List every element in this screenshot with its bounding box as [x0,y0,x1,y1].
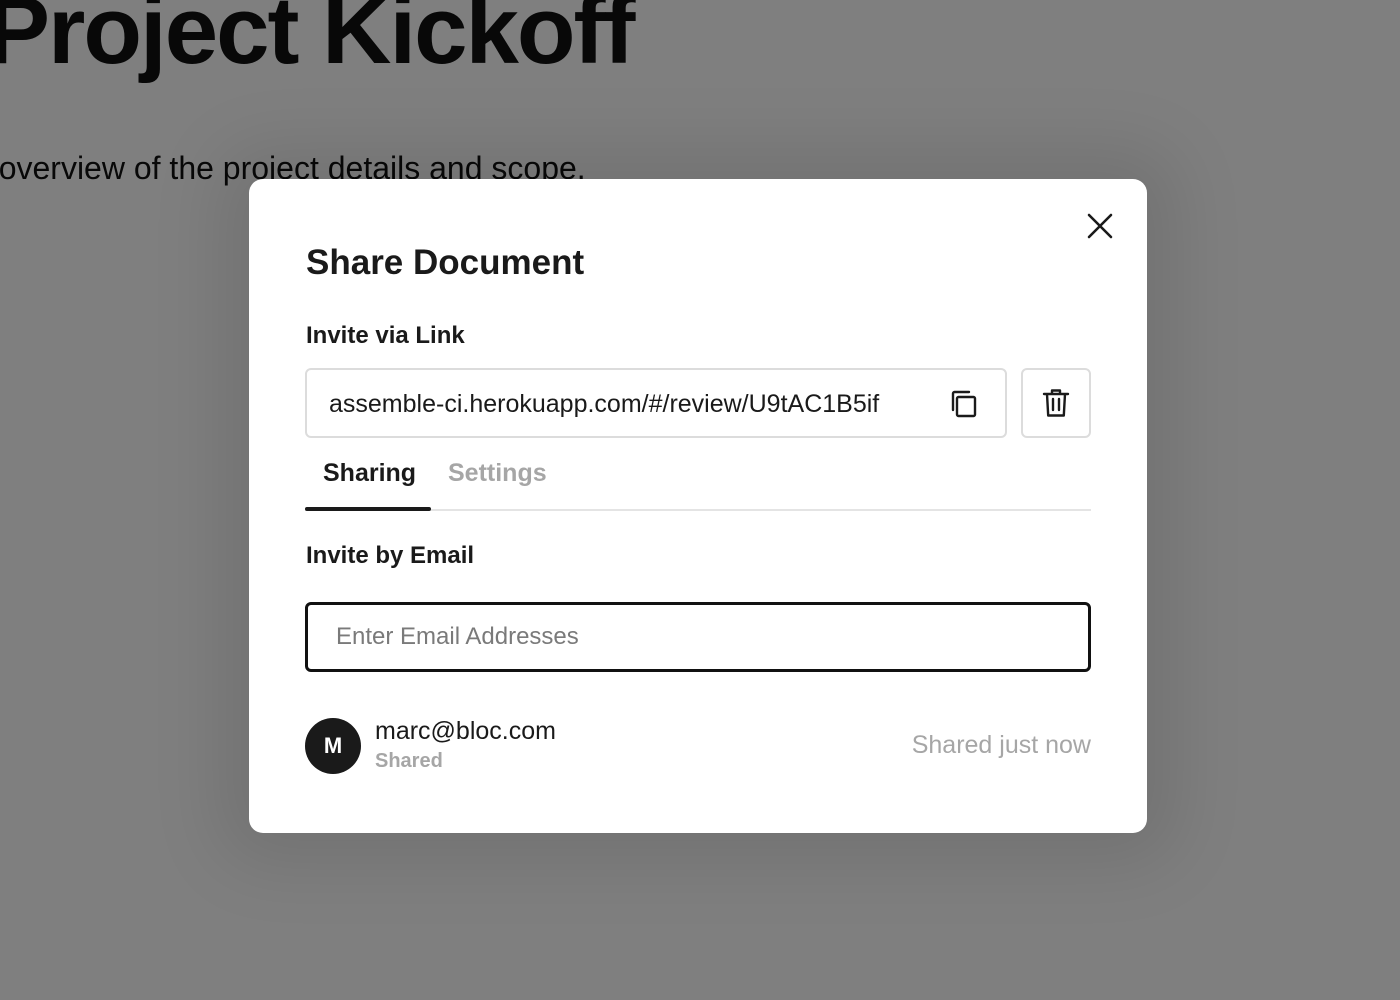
email-input[interactable] [305,602,1091,672]
delete-link-button[interactable] [1021,368,1091,438]
close-icon [1087,213,1113,239]
copy-link-button[interactable] [947,387,981,421]
modal-title: Share Document [306,243,585,282]
close-button[interactable] [1083,209,1117,243]
invite-via-link-label: Invite via Link [306,322,465,349]
member-email: marc@bloc.com [375,717,556,745]
invite-by-email-label: Invite by Email [306,542,475,569]
active-tab-indicator [305,507,431,511]
share-tabs: Sharing Settings [305,449,1091,511]
shared-member-row: M marc@bloc.com Shared Shared just now [305,717,1091,775]
share-document-modal: Share Document Invite via Link assemble-… [249,179,1147,833]
tab-settings[interactable]: Settings [448,459,547,488]
tab-sharing[interactable]: Sharing [323,459,416,488]
invite-link-url[interactable]: assemble-ci.herokuapp.com/#/review/U9tAC… [329,390,879,419]
invite-link-field[interactable]: assemble-ci.herokuapp.com/#/review/U9tAC… [305,368,1007,438]
member-status: Shared [375,750,443,772]
trash-icon [1042,389,1070,417]
shared-time: Shared just now [911,731,1091,759]
copy-icon [951,390,977,418]
avatar: M [305,718,361,774]
